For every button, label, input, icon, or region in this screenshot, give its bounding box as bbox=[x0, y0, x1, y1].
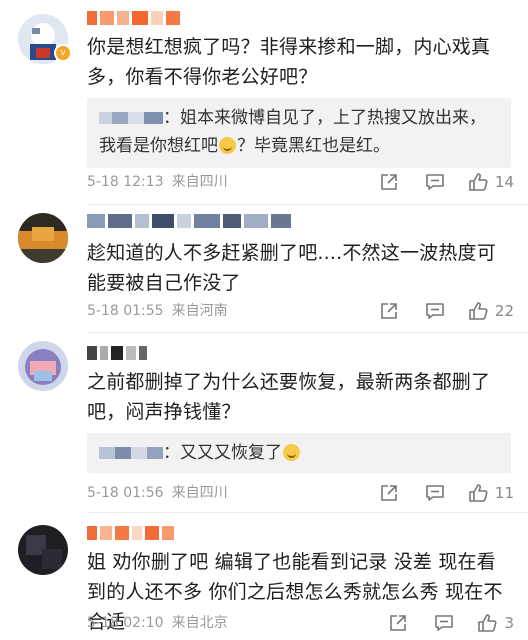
reply-box[interactable]: ：姐本来微博自见了，上了热搜又放出来，我看是你想红吧 ？毕竟黑红也是红。 bbox=[87, 98, 511, 168]
comment-location: 来自北京 bbox=[171, 615, 228, 631]
like-button[interactable]: 3 bbox=[476, 612, 514, 634]
comment-icon bbox=[426, 303, 444, 319]
like-count: 11 bbox=[494, 484, 514, 502]
comment-actions: 3 bbox=[388, 609, 514, 637]
comment-time: 5-18 02:10 bbox=[87, 615, 164, 631]
like-count: 3 bbox=[504, 614, 514, 632]
reply-button[interactable] bbox=[425, 172, 445, 192]
reply-separator: ： bbox=[163, 108, 180, 128]
comment-item: 趁知道的人不多赶紧删了吧....不然这一波热度可能要被自己作没了 5-18 01… bbox=[0, 205, 528, 333]
reply-text-after: ？毕竟黑红也是红。 bbox=[237, 136, 390, 156]
laughing-emoji-icon bbox=[283, 444, 300, 461]
like-button[interactable]: 11 bbox=[467, 482, 514, 504]
reply-username-pixelated[interactable] bbox=[99, 443, 163, 463]
share-button[interactable] bbox=[379, 301, 399, 321]
share-button[interactable] bbox=[388, 613, 408, 633]
comment-meta: 5-18 01:56 来自四川 bbox=[87, 481, 228, 505]
comment-actions: 14 bbox=[379, 168, 514, 196]
comment-time: 5-18 12:13 bbox=[87, 174, 164, 190]
share-icon bbox=[381, 303, 397, 319]
comment-location: 来自四川 bbox=[171, 485, 228, 501]
comment-item: 姐 劝你删了吧 编辑了也能看到记录 没差 现在看到的人还不多 你们之后想怎么秀就… bbox=[0, 513, 528, 640]
comment-location: 来自河南 bbox=[171, 303, 228, 319]
comment-item: v 你是想红想疯了吗？非得来掺和一脚，内心戏真多，你看不得你老公好吧？ ：姐本来… bbox=[0, 0, 528, 205]
thumbs-up-icon bbox=[469, 302, 488, 320]
like-count: 14 bbox=[494, 173, 514, 191]
share-button[interactable] bbox=[379, 172, 399, 192]
thumbs-up-icon bbox=[469, 173, 488, 191]
avatar[interactable] bbox=[18, 341, 68, 391]
reply-button[interactable] bbox=[434, 613, 454, 633]
like-button[interactable]: 14 bbox=[467, 171, 514, 193]
comment-icon bbox=[426, 174, 444, 190]
username-pixelated[interactable] bbox=[87, 525, 174, 541]
reply-button[interactable] bbox=[425, 301, 445, 321]
share-button[interactable] bbox=[379, 483, 399, 503]
like-button[interactable]: 22 bbox=[467, 300, 514, 322]
reply-button[interactable] bbox=[425, 483, 445, 503]
comment-icon bbox=[435, 615, 454, 631]
share-icon bbox=[381, 174, 397, 190]
thumbs-up-icon bbox=[469, 484, 488, 502]
verified-badge-icon: v bbox=[54, 44, 72, 62]
reply-box[interactable]: ：又又又恢复了 bbox=[87, 433, 511, 473]
comment-time: 5-18 01:55 bbox=[87, 303, 164, 319]
username-pixelated[interactable] bbox=[87, 10, 180, 26]
laughing-emoji-icon bbox=[219, 137, 236, 154]
comment-meta: 5-18 02:10 来自北京 bbox=[87, 611, 228, 635]
comment-time: 5-18 01:56 bbox=[87, 485, 164, 501]
comment-icon bbox=[426, 485, 444, 501]
comment-actions: 22 bbox=[379, 297, 514, 325]
like-count: 22 bbox=[494, 302, 514, 320]
comment-text: 你是想红想疯了吗？非得来掺和一脚，内心戏真多，你看不得你老公好吧？ bbox=[87, 36, 491, 88]
comment-text: 趁知道的人不多赶紧删了吧....不然这一波热度可能要被自己作没了 bbox=[87, 242, 496, 294]
comment-item: 之前都删掉了为什么还要恢复，最新两条都删了吧，闷声挣钱懂？ ：又又又恢复了 5-… bbox=[0, 333, 528, 513]
reply-separator: ： bbox=[163, 443, 180, 463]
share-icon bbox=[390, 615, 407, 631]
comment-actions: 11 bbox=[379, 479, 514, 507]
comment-meta: 5-18 12:13 来自四川 bbox=[87, 170, 228, 194]
comment-meta: 5-18 01:55 来自河南 bbox=[87, 299, 228, 323]
thumbs-up-icon bbox=[478, 614, 498, 632]
avatar[interactable] bbox=[18, 213, 68, 263]
comment-text: 之前都删掉了为什么还要恢复，最新两条都删了吧，闷声挣钱懂？ bbox=[87, 371, 491, 423]
avatar[interactable] bbox=[18, 525, 68, 575]
username-pixelated[interactable] bbox=[87, 213, 291, 229]
reply-text: 又又又恢复了 bbox=[180, 443, 282, 463]
share-icon bbox=[381, 485, 397, 501]
username-pixelated[interactable] bbox=[87, 345, 147, 361]
comment-location: 来自四川 bbox=[171, 174, 228, 190]
reply-username-pixelated[interactable] bbox=[99, 108, 163, 128]
